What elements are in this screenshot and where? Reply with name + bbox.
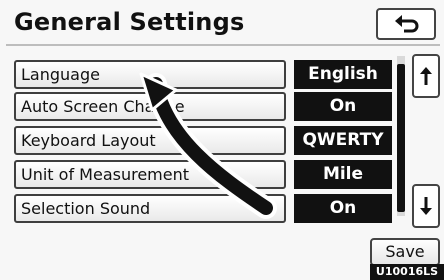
- keyboard-layout-button[interactable]: Keyboard Layout: [14, 126, 286, 155]
- setting-row-keyboard-layout: Keyboard Layout QWERTY: [14, 126, 392, 155]
- scroll-down-icon: [420, 197, 432, 215]
- language-value: English: [294, 60, 392, 89]
- unit-of-measurement-button[interactable]: Unit of Measurement: [14, 160, 286, 189]
- unit-of-measurement-value: Mile: [294, 160, 392, 189]
- back-button[interactable]: [376, 8, 436, 40]
- return-arrow-icon: [395, 15, 419, 33]
- language-button[interactable]: Language: [14, 60, 286, 89]
- scroll-up-icon: [420, 67, 432, 85]
- keyboard-layout-value: QWERTY: [294, 126, 392, 155]
- save-button[interactable]: Save: [370, 238, 440, 266]
- general-settings-screen: General Settings Language English Auto S…: [0, 0, 444, 280]
- setting-row-language: Language English: [14, 60, 392, 89]
- selection-sound-value: On: [294, 194, 392, 223]
- setting-row-auto-screen-change: Auto Screen Change On: [14, 92, 392, 121]
- scrollbar-thumb[interactable]: [397, 64, 405, 212]
- auto-screen-change-value: On: [294, 92, 392, 121]
- scroll-up-button[interactable]: [412, 54, 440, 98]
- scroll-down-button[interactable]: [412, 184, 440, 228]
- selection-sound-button[interactable]: Selection Sound: [14, 194, 286, 223]
- auto-screen-change-button[interactable]: Auto Screen Change: [14, 92, 286, 121]
- page-title: General Settings: [14, 8, 245, 36]
- figure-code-label: U10016LS: [370, 264, 444, 280]
- setting-row-unit-of-measurement: Unit of Measurement Mile: [14, 160, 392, 189]
- setting-row-selection-sound: Selection Sound On: [14, 194, 392, 223]
- header-divider: [6, 44, 440, 46]
